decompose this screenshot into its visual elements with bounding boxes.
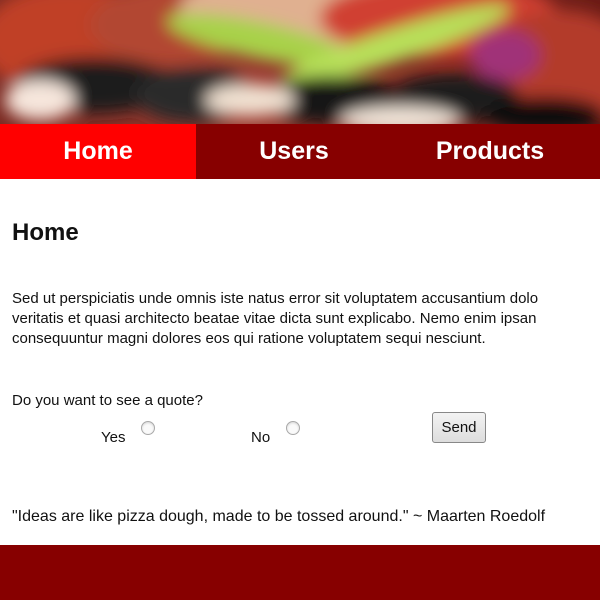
quote-text: "Ideas are like pizza dough, made to be …: [12, 508, 546, 525]
nav-item-products[interactable]: Products: [392, 124, 588, 179]
main-content: Home Sed ut perspiciatis unde omnis iste…: [0, 179, 600, 545]
no-radio[interactable]: [286, 421, 300, 435]
intro-paragraph: Sed ut perspiciatis unde omnis iste natu…: [12, 289, 600, 349]
main-nav: Home Users Products: [0, 124, 600, 179]
yes-label: Yes: [101, 429, 126, 446]
hero-banner-image: [0, 0, 600, 124]
intro-paragraph-line: veritatis et quasi architecto beatae vit…: [12, 310, 537, 327]
no-label: No: [251, 429, 271, 446]
page-title: Home: [12, 219, 79, 246]
nav-item-users[interactable]: Users: [196, 124, 392, 179]
nav-item-home[interactable]: Home: [0, 124, 196, 179]
intro-paragraph-line: Sed ut perspiciatis unde omnis iste natu…: [12, 290, 539, 307]
yes-radio[interactable]: [141, 421, 155, 435]
quote-question: Do you want to see a quote?: [12, 392, 203, 409]
intro-paragraph-line: consequuntur magni dolores eos qui ratio…: [12, 330, 486, 347]
send-button[interactable]: Send: [432, 412, 486, 443]
footer: [0, 545, 600, 600]
pizza-photo: [0, 0, 600, 124]
